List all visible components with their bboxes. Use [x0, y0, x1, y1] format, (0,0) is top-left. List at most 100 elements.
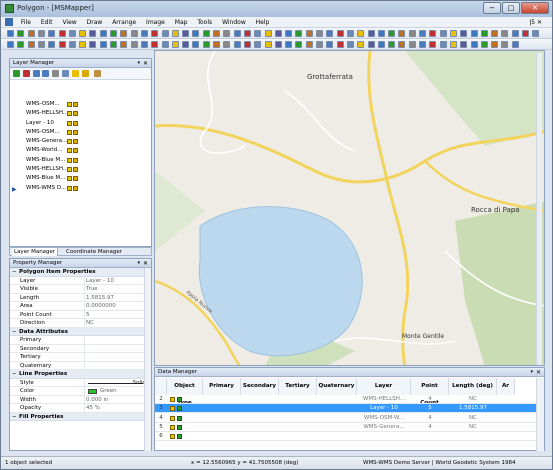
property-section-header[interactable]: Data Attributes: [10, 327, 151, 336]
toolbar-button-icon[interactable]: [110, 41, 117, 48]
menu-image[interactable]: Image: [142, 17, 169, 27]
toolbar-button-icon[interactable]: [532, 30, 540, 37]
toolbar-button-icon[interactable]: [274, 30, 282, 37]
layer-visibility-icon[interactable]: [67, 185, 72, 191]
toolbar-button-icon[interactable]: [110, 30, 117, 37]
layer-lock-icon[interactable]: [73, 185, 78, 191]
toolbar-button-icon[interactable]: [408, 30, 416, 37]
layer-row[interactable]: WMS-HELLSH...: [10, 109, 151, 118]
property-value[interactable]: 1.5815.97: [86, 294, 114, 303]
toolbar-button-icon[interactable]: [367, 41, 375, 48]
layer-visibility-icon[interactable]: [67, 111, 72, 117]
column-header[interactable]: Ar: [497, 378, 515, 395]
toolbar-button-icon[interactable]: [439, 41, 447, 48]
toolbar-button-icon[interactable]: [511, 30, 519, 37]
add-layer-icon[interactable]: [13, 70, 20, 77]
visibility-icon[interactable]: [82, 70, 89, 77]
table-row[interactable]: 6: [155, 432, 537, 442]
layer-visibility-icon[interactable]: [67, 167, 72, 173]
toolbar-button-icon[interactable]: [89, 30, 97, 37]
menu-tools[interactable]: Tools: [193, 17, 216, 27]
toolbar-button-icon[interactable]: [17, 30, 25, 37]
property-row[interactable]: Width 0.000 in: [10, 395, 151, 405]
layer-visibility-icon[interactable]: [67, 102, 72, 107]
toolbar-button-icon[interactable]: [326, 30, 334, 37]
toolbar-button-icon[interactable]: [213, 30, 220, 37]
property-value[interactable]: Green: [100, 387, 117, 396]
column-header[interactable]: Point Count: [411, 378, 449, 406]
property-value[interactable]: 0.0000000: [86, 302, 116, 311]
layer-row[interactable]: WMS-HELLSH...: [10, 165, 151, 174]
toolbar-button-icon[interactable]: [192, 41, 200, 48]
column-header[interactable]: Length (deg): [449, 378, 497, 395]
layer-lock-icon[interactable]: [73, 139, 78, 145]
maximize-button[interactable]: □: [502, 2, 520, 14]
toolbar-button-icon[interactable]: [79, 30, 87, 37]
property-value[interactable]: 45 %: [86, 404, 100, 413]
layer-lock-icon[interactable]: [73, 176, 78, 182]
toolbar-button-icon[interactable]: [120, 30, 128, 37]
menu-view[interactable]: View: [58, 17, 80, 27]
column-header[interactable]: Quaternary: [317, 378, 357, 395]
layer-lock-icon[interactable]: [73, 120, 78, 126]
toolbar-button-icon[interactable]: [171, 30, 179, 37]
toolbar-button-icon[interactable]: [470, 30, 478, 37]
toolbar-button-icon[interactable]: [254, 30, 262, 37]
toolbar-button-icon[interactable]: [161, 30, 169, 37]
property-row[interactable]: Opacity 45 %: [10, 404, 151, 413]
toolbar-button-icon[interactable]: [511, 41, 519, 48]
toolbar-button-icon[interactable]: [388, 41, 396, 48]
toolbar-button-icon[interactable]: [182, 30, 190, 37]
close-button[interactable]: ✕: [521, 2, 549, 14]
toolbar-button-icon[interactable]: [202, 41, 210, 48]
property-value[interactable]: 0.000 in: [86, 396, 109, 405]
table-row[interactable]: 3 Layer - 10 5 1.5815.97: [155, 404, 537, 414]
close-icon[interactable]: ✕: [536, 368, 541, 377]
layer-lock-icon[interactable]: [73, 148, 78, 154]
toolbar-button-icon[interactable]: [130, 30, 138, 37]
menu-help[interactable]: Help: [252, 17, 274, 27]
toolbar-button-icon[interactable]: [305, 30, 313, 37]
move-up-icon[interactable]: [33, 70, 40, 77]
toolbar-button-icon[interactable]: [27, 41, 35, 48]
toolbar-button-icon[interactable]: [429, 41, 437, 48]
layer-visibility-icon[interactable]: [67, 120, 72, 126]
toolbar-button-icon[interactable]: [491, 30, 499, 37]
minimize-button[interactable]: −: [483, 2, 501, 14]
toolbar-button-icon[interactable]: [501, 41, 509, 48]
toolbar-button-icon[interactable]: [398, 41, 406, 48]
layer-lock-icon[interactable]: [73, 102, 78, 107]
layer-lock-icon[interactable]: [73, 157, 78, 163]
toolbar-button-icon[interactable]: [346, 30, 354, 37]
close-icon[interactable]: ✕: [143, 259, 148, 268]
property-value[interactable]: 5: [86, 311, 90, 320]
layer-row[interactable]: WMS-Blue M...: [10, 174, 151, 183]
property-value[interactable]: True: [86, 285, 98, 294]
property-row[interactable]: Length 1.5815.97: [10, 293, 151, 303]
toolbar-button-icon[interactable]: [233, 30, 241, 37]
property-row[interactable]: Visible True: [10, 285, 151, 294]
toolbar-button-icon[interactable]: [357, 30, 365, 37]
toolbar-button-icon[interactable]: [151, 30, 159, 37]
mdi-controls[interactable]: ǀ5 ✕: [525, 17, 546, 27]
toolbar-button-icon[interactable]: [37, 41, 45, 48]
toolbar-button-icon[interactable]: [58, 30, 66, 37]
toolbar-button-icon[interactable]: [336, 30, 344, 37]
layer-visibility-icon[interactable]: [67, 129, 72, 135]
property-section-header[interactable]: Line Properties: [10, 370, 151, 379]
toolbar-button-icon[interactable]: [79, 41, 87, 48]
toolbar-button-icon[interactable]: [449, 41, 457, 48]
toolbar-button-icon[interactable]: [429, 30, 437, 37]
toolbar-button-icon[interactable]: [295, 41, 303, 48]
settings-icon[interactable]: [52, 70, 59, 77]
property-scrollbar[interactable]: [144, 268, 151, 451]
layer-row[interactable]: WMS-OSM...: [10, 100, 151, 109]
layer-row[interactable]: WMS-Blue M...: [10, 156, 151, 165]
menu-map[interactable]: Map: [171, 17, 192, 27]
toolbar-button-icon[interactable]: [202, 30, 210, 37]
property-row[interactable]: Area 0.0000000: [10, 302, 151, 311]
layer-properties-icon[interactable]: [62, 70, 69, 77]
delete-layer-icon[interactable]: [23, 70, 30, 77]
toolbar-button-icon[interactable]: [295, 30, 303, 37]
toolbar-button-icon[interactable]: [182, 41, 190, 48]
